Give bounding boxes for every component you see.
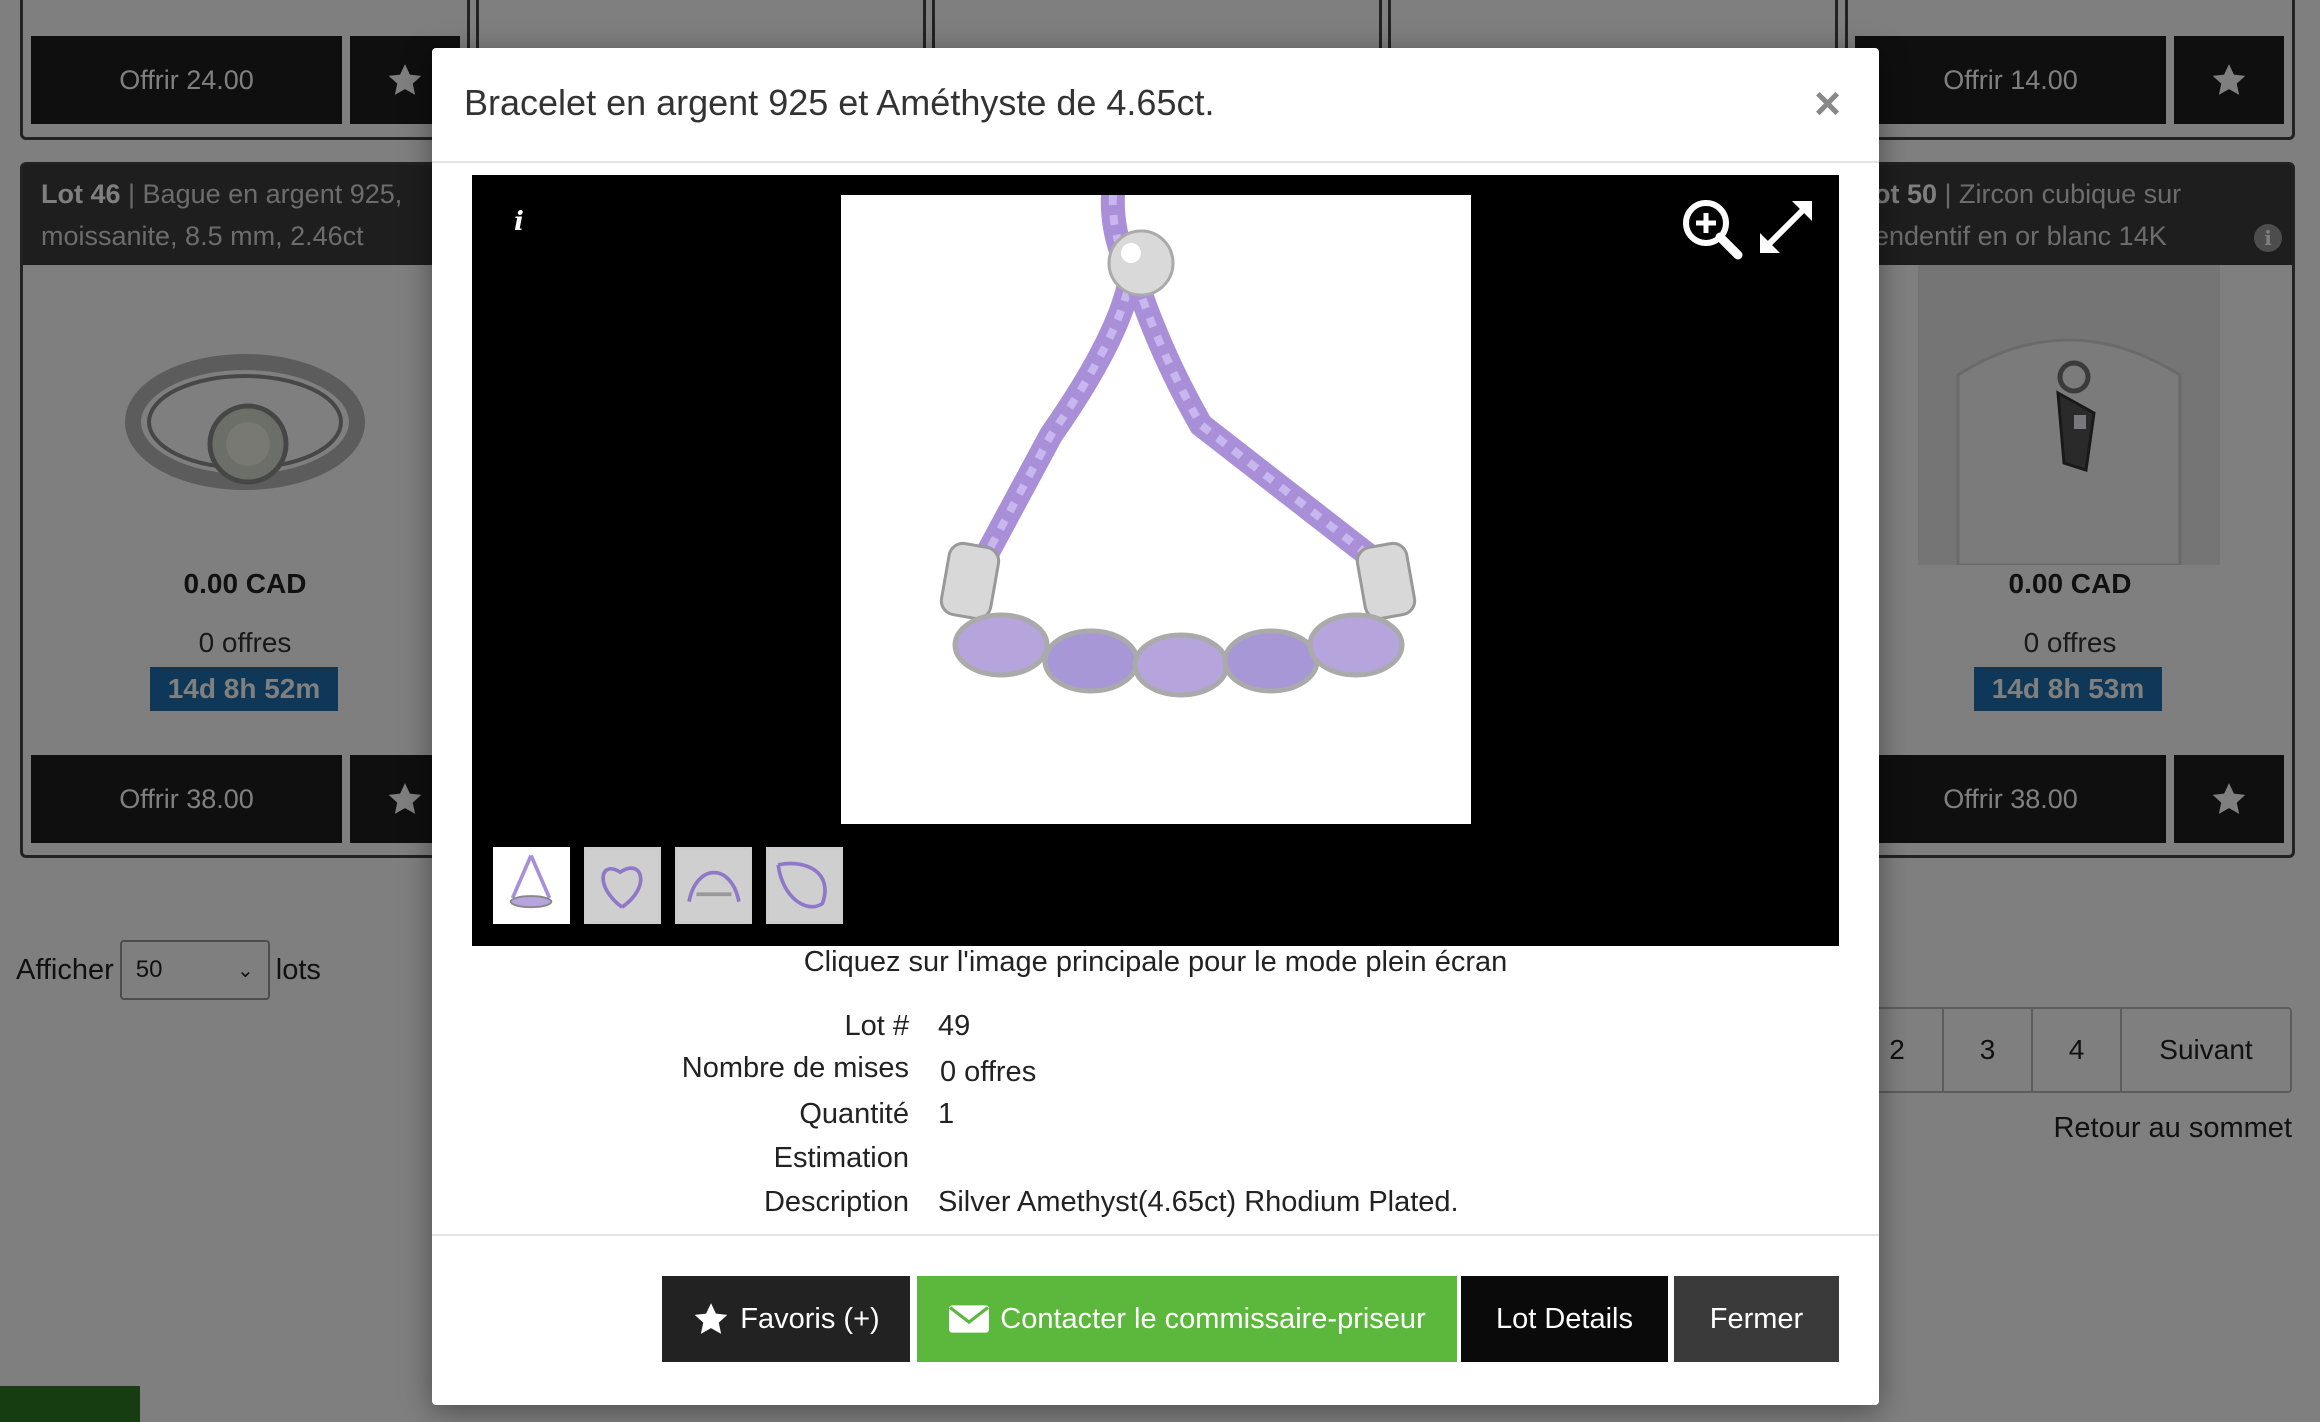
detail-value: 0 offres <box>940 1056 1037 1088</box>
detail-label: Nombre de mises <box>681 1052 909 1084</box>
lot-details-button[interactable]: Lot Details <box>1461 1276 1668 1362</box>
detail-value: 49 <box>938 1010 971 1042</box>
thumbnail-strip <box>493 847 843 924</box>
contact-label: Contacter le commissaire-priseur <box>1000 1302 1426 1335</box>
detail-row-bids: Nombre de mises 0 offres <box>432 1052 1879 1092</box>
main-lot-image[interactable] <box>841 195 1471 824</box>
detail-value: 1 <box>938 1098 955 1130</box>
detail-label: Estimation <box>773 1142 909 1174</box>
detail-row-estimate: Estimation <box>432 1142 1879 1182</box>
thumbnail-3[interactable] <box>675 847 752 924</box>
bracelet-image <box>841 195 1471 824</box>
image-gallery: i <box>472 175 1839 946</box>
envelope-icon <box>949 1305 990 1333</box>
thumbnail-2[interactable] <box>584 847 661 924</box>
star-icon <box>694 1303 728 1334</box>
thumbnail-4[interactable] <box>766 847 843 924</box>
contact-auctioneer-button[interactable]: Contacter le commissaire-priseur <box>917 1276 1457 1362</box>
detail-row-lot: Lot # 49 <box>432 1010 1879 1050</box>
close-modal-button[interactable]: Fermer <box>1674 1276 1839 1362</box>
detail-row-quantity: Quantité 1 <box>432 1098 1879 1138</box>
detail-row-description: Description Silver Amethyst(4.65ct) Rhod… <box>432 1186 1879 1226</box>
detail-label: Quantité <box>799 1098 909 1130</box>
modal-footer: Favoris (+) Contacter le commissaire-pri… <box>432 1234 1879 1405</box>
lot-quick-view-modal: Bracelet en argent 925 et Améthyste de 4… <box>432 48 1879 1405</box>
modal-title: Bracelet en argent 925 et Améthyste de 4… <box>464 82 1215 123</box>
detail-value: Silver Amethyst(4.65ct) Rhodium Plated. <box>938 1186 1459 1218</box>
image-caption: Cliquez sur l'image principale pour le m… <box>803 946 1508 978</box>
zoom-in-icon[interactable] <box>1680 197 1744 261</box>
detail-label: Description <box>763 1186 909 1218</box>
thumbnail-1[interactable] <box>493 847 570 924</box>
info-icon[interactable]: i <box>514 207 524 237</box>
add-to-favorites-button[interactable]: Favoris (+) <box>662 1276 910 1362</box>
modal-header: Bracelet en argent 925 et Améthyste de 4… <box>432 48 1879 163</box>
close-icon[interactable]: × <box>1814 76 1841 130</box>
fullscreen-icon[interactable] <box>1756 197 1816 257</box>
favorites-label: Favoris (+) <box>740 1302 880 1335</box>
detail-label: Lot # <box>844 1010 910 1042</box>
